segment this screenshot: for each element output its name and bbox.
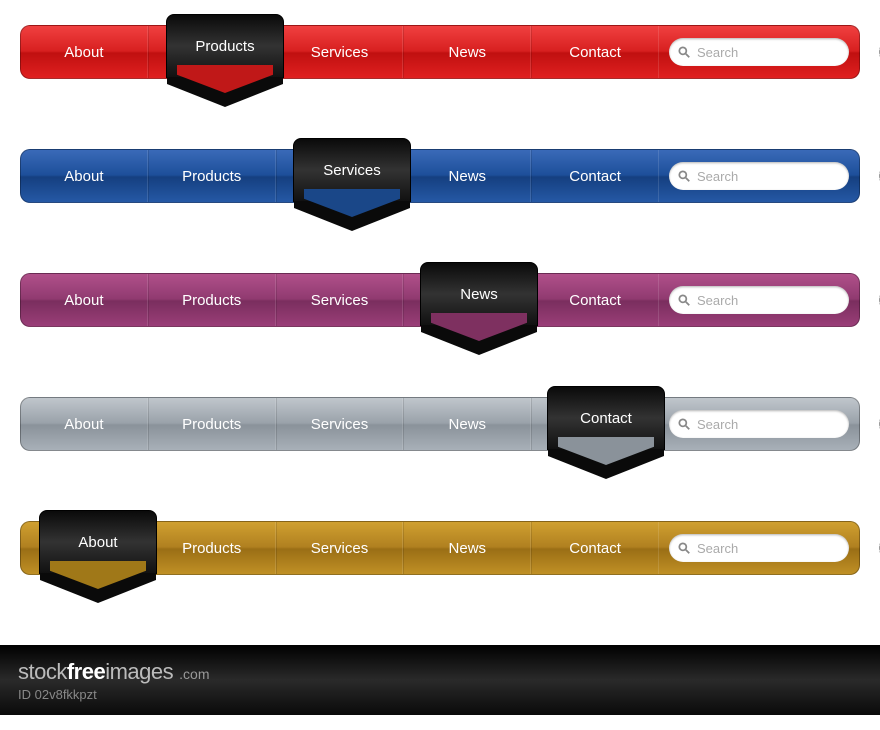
search-cell bbox=[659, 522, 859, 574]
search-box[interactable] bbox=[669, 410, 849, 438]
nav-item-products[interactable]: Products bbox=[148, 398, 276, 450]
nav-item-about[interactable]: About bbox=[21, 150, 148, 202]
search-icon bbox=[677, 293, 691, 307]
nav-item-news[interactable]: News bbox=[403, 398, 531, 450]
search-cell bbox=[659, 398, 859, 450]
nav-item-contact[interactable]: Contact bbox=[531, 274, 659, 326]
nav-item-products[interactable]: Products bbox=[148, 150, 276, 202]
nav-item-services[interactable]: Services bbox=[276, 398, 404, 450]
nav-item-news[interactable]: News bbox=[403, 274, 531, 326]
brand-text: stockfreeimages bbox=[18, 659, 173, 685]
navbar-collection: AboutProductsServicesNewsContactProducts… bbox=[0, 0, 880, 575]
nav-bar-purple: AboutProductsServicesNewsContactNews bbox=[20, 273, 860, 327]
search-box[interactable] bbox=[669, 286, 849, 314]
nav-item-services[interactable]: Services bbox=[276, 522, 404, 574]
search-input[interactable] bbox=[691, 417, 879, 432]
nav-bar-grey: AboutProductsServicesNewsContactContact bbox=[20, 397, 860, 451]
nav-item-news[interactable]: News bbox=[403, 522, 531, 574]
search-input[interactable] bbox=[691, 45, 879, 60]
nav-item-services[interactable]: Services bbox=[276, 150, 404, 202]
nav-bar-red: AboutProductsServicesNewsContactProducts bbox=[20, 25, 860, 79]
search-icon bbox=[677, 45, 691, 59]
image-id: ID 02v8fkkpzt bbox=[18, 687, 209, 702]
search-cell bbox=[659, 274, 859, 326]
search-box[interactable] bbox=[669, 38, 849, 66]
nav-item-contact[interactable]: Contact bbox=[531, 398, 659, 450]
nav-bar-gold: AboutProductsServicesNewsContactAbout bbox=[20, 521, 860, 575]
nav-item-contact[interactable]: Contact bbox=[531, 522, 659, 574]
search-cell bbox=[659, 26, 859, 78]
nav-item-news[interactable]: News bbox=[403, 26, 531, 78]
search-cell bbox=[659, 150, 859, 202]
nav-item-products[interactable]: Products bbox=[148, 522, 276, 574]
domain-suffix: .com bbox=[179, 666, 209, 682]
search-icon bbox=[677, 417, 691, 431]
nav-item-services[interactable]: Services bbox=[276, 274, 404, 326]
nav-item-contact[interactable]: Contact bbox=[531, 26, 659, 78]
search-input[interactable] bbox=[691, 541, 879, 556]
nav-item-products[interactable]: Products bbox=[148, 274, 276, 326]
footer-watermark: stockfreeimages .com ID 02v8fkkpzt bbox=[0, 645, 880, 715]
search-icon bbox=[677, 169, 691, 183]
nav-item-news[interactable]: News bbox=[403, 150, 531, 202]
nav-item-about[interactable]: About bbox=[21, 522, 148, 574]
nav-item-about[interactable]: About bbox=[21, 274, 148, 326]
search-box[interactable] bbox=[669, 162, 849, 190]
search-box[interactable] bbox=[669, 534, 849, 562]
nav-item-products[interactable]: Products bbox=[148, 26, 276, 78]
nav-item-services[interactable]: Services bbox=[276, 26, 404, 78]
search-input[interactable] bbox=[691, 169, 879, 184]
nav-item-about[interactable]: About bbox=[21, 398, 148, 450]
nav-item-about[interactable]: About bbox=[21, 26, 148, 78]
nav-bar-blue: AboutProductsServicesNewsContactServices bbox=[20, 149, 860, 203]
nav-item-contact[interactable]: Contact bbox=[531, 150, 659, 202]
search-icon bbox=[677, 541, 691, 555]
search-input[interactable] bbox=[691, 293, 879, 308]
